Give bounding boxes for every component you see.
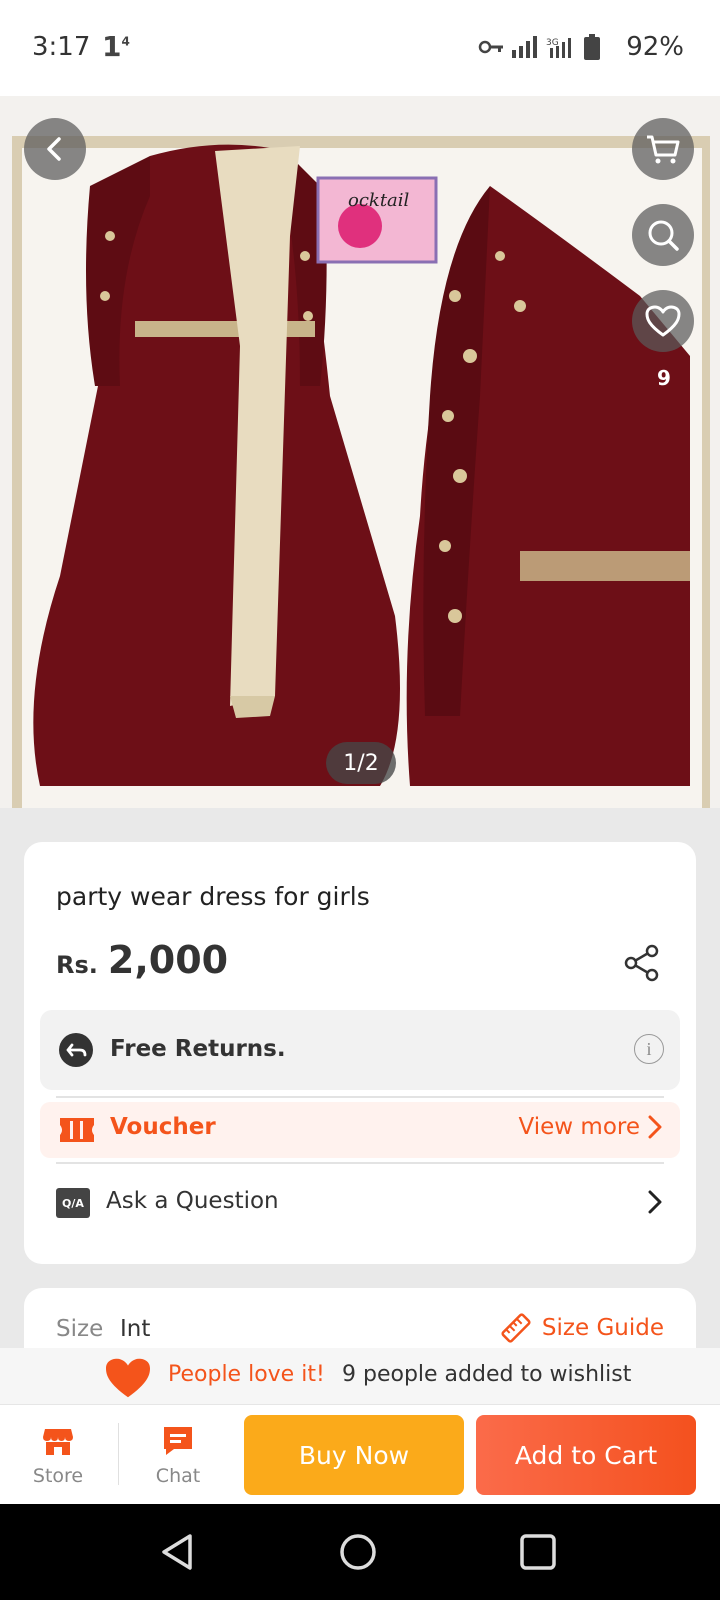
price: Rs. 2,000 [56,938,228,982]
wishlist-button[interactable] [632,290,694,352]
share-icon [624,944,659,982]
back-arrow-icon [47,137,61,161]
signal-icon [512,36,537,58]
battery-percent: 92% [626,32,684,62]
returns-icon [59,1033,93,1067]
heart-icon [106,1358,150,1398]
battery-icon [584,34,600,60]
ask-question-row[interactable]: Q/A Ask a Question [40,1168,680,1238]
store-tab[interactable]: Store [18,1413,98,1497]
free-returns-row[interactable]: Free Returns. i [40,1010,680,1090]
status-time: 3:17 [32,32,91,62]
svg-text:ocktail: ocktail [348,190,410,211]
wishlist-added-text: 9 people added to wishlist [342,1362,632,1387]
divider [56,1162,664,1164]
chat-label: Chat [155,1465,201,1487]
store-label: Store [32,1465,84,1487]
divider [56,1096,664,1098]
price-value: 2,000 [107,938,229,982]
network-3g-icon: 3G [546,38,571,58]
product-photo: ocktail [33,144,690,787]
nav-home-icon[interactable] [338,1532,378,1572]
heart-icon [645,305,681,337]
info-icon[interactable]: i [634,1034,664,1064]
nav-recents-icon[interactable] [518,1532,558,1572]
qa-icon: Q/A [56,1188,90,1218]
voucher-label: Voucher [110,1114,216,1140]
share-button[interactable] [624,944,660,986]
buy-now-button[interactable]: Buy Now [244,1415,464,1495]
image-counter: 1/2 [326,742,396,784]
cart-icon [647,135,680,164]
voucher-icon [60,1118,94,1142]
product-info-card: party wear dress for girls Rs. 2,000 Fre… [24,842,696,1264]
size-label: Size [56,1316,104,1342]
product-title: party wear dress for girls [56,882,370,911]
price-currency: Rs. [56,951,98,979]
search-icon [648,220,679,251]
nav-back-icon[interactable] [158,1532,198,1572]
tab-separator [118,1423,119,1485]
sim-indicator: 14 [102,30,130,63]
chat-tab[interactable]: Chat [138,1413,218,1497]
view-more-label: View more [518,1114,640,1140]
vpn-key-icon [478,40,503,54]
wishlist-banner: People love it! 9 people added to wishli… [0,1348,720,1404]
wishlist-count: 9 [657,366,671,390]
status-icons: 3G [478,34,600,60]
cart-button[interactable] [632,118,694,180]
ruler-icon [501,1313,531,1343]
chat-icon [164,1427,192,1455]
add-to-cart-button[interactable]: Add to Cart [476,1415,696,1495]
search-button[interactable] [632,204,694,266]
people-love-text: People love it! [168,1362,325,1387]
size-guide-label: Size Guide [541,1315,664,1341]
store-icon [43,1429,73,1455]
size-guide-link[interactable]: Size Guide [500,1312,664,1344]
back-button[interactable] [24,118,86,180]
status-bar: 3:17 14 3G 92% [0,0,720,96]
voucher-row[interactable]: Voucher View more [40,1102,680,1158]
bottom-action-bar: Store Chat Buy Now Add to Cart [0,1404,720,1504]
sim-number: 1 [102,30,122,63]
view-more-link[interactable]: View more [519,1114,662,1140]
size-value: Int [120,1316,151,1342]
chevron-right-icon [648,1190,662,1214]
ask-question-label: Ask a Question [106,1188,279,1214]
free-returns-label: Free Returns. [110,1036,286,1062]
system-nav-bar [0,1504,720,1600]
chevron-right-icon [648,1115,662,1139]
product-image-gallery[interactable]: ocktail 9 1/2 [0,96,720,808]
